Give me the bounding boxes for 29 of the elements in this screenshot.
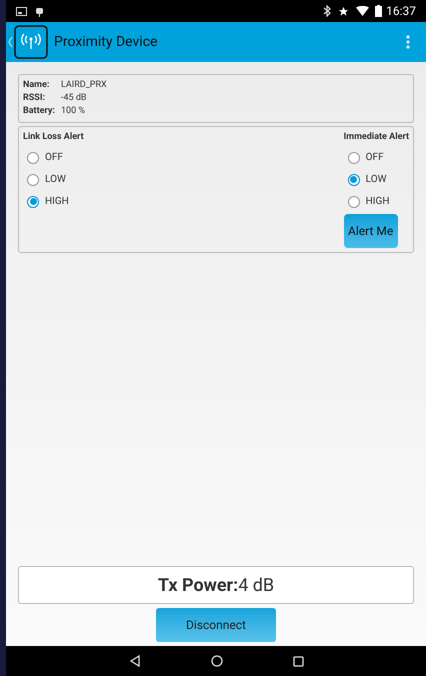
info-label: Battery: <box>23 105 56 118</box>
group-title: Immediate Alert <box>344 131 409 144</box>
radio-option[interactable]: HIGH <box>23 190 84 212</box>
back-icon[interactable] <box>128 655 140 667</box>
info-value: 100 % <box>61 105 85 118</box>
radio-option[interactable]: HIGH <box>344 190 390 212</box>
clock-time: 16:37 <box>386 3 416 20</box>
disconnect-button[interactable]: Disconnect <box>156 608 276 642</box>
info-label: Name: <box>23 79 50 92</box>
info-label: RSSI: <box>23 92 46 105</box>
radio-option[interactable]: OFF <box>344 146 384 168</box>
home-icon[interactable] <box>210 655 222 667</box>
info-value: -45 dB <box>61 92 87 105</box>
antenna-icon <box>14 25 48 59</box>
app-title: Proximity Device <box>54 32 158 52</box>
back-chevron-icon <box>8 36 13 48</box>
radio-option[interactable]: LOW <box>23 168 84 190</box>
screen-icon <box>16 6 27 16</box>
wifi-icon <box>356 6 370 16</box>
group-title: Link Loss Alert <box>23 131 84 144</box>
radio-option[interactable]: OFF <box>23 146 84 168</box>
battery-icon <box>375 5 382 17</box>
star-icon <box>338 6 350 16</box>
radio-option[interactable]: LOW <box>344 168 386 190</box>
recents-icon[interactable] <box>292 656 304 666</box>
bluetooth-icon <box>323 5 332 17</box>
tx-power-display: Tx Power:4 dB <box>18 566 414 604</box>
alert-me-button[interactable]: Alert Me <box>344 214 398 248</box>
info-value: LAIRD_PRX <box>61 79 107 92</box>
